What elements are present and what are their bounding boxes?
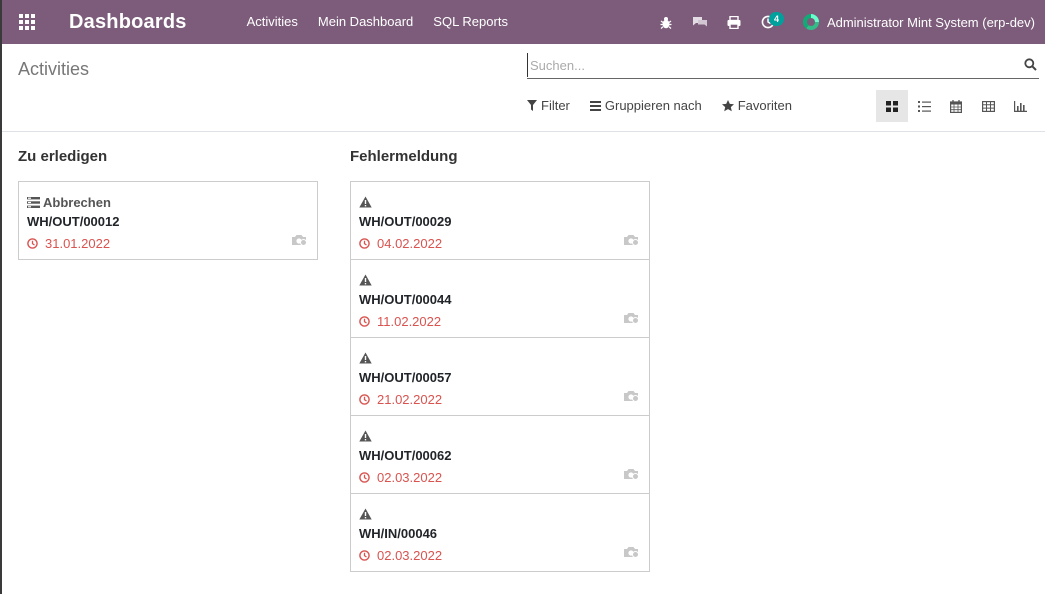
card-deadline: 11.02.2022	[359, 312, 641, 330]
app-title[interactable]: Dashboards	[69, 11, 187, 34]
camera-icon[interactable]	[623, 390, 639, 405]
clock-icon	[359, 471, 370, 483]
pivot-view-button[interactable]	[972, 90, 1004, 122]
clock-icon	[27, 237, 38, 249]
card-date: 31.01.2022	[45, 235, 111, 251]
bars-icon	[589, 100, 601, 111]
card-reference: WH/OUT/00062	[359, 448, 452, 463]
list-icon	[917, 100, 931, 112]
apps-menu-button[interactable]	[2, 0, 52, 44]
column-title[interactable]: Zu erledigen	[18, 148, 318, 166]
activity-clock-icon[interactable]: 4	[751, 0, 785, 44]
graph-view-button[interactable]	[1004, 90, 1036, 122]
calendar-icon	[950, 99, 962, 113]
card-reference: WH/OUT/00012	[27, 214, 120, 229]
control-panel: Activities Filter Gruppieren nach Favori…	[2, 44, 1045, 132]
chat-icon[interactable]	[683, 0, 717, 44]
list-icon	[27, 196, 40, 208]
card-date: 02.03.2022	[377, 547, 443, 563]
warning-icon	[359, 508, 372, 520]
camera-icon[interactable]	[291, 234, 307, 249]
calendar-view-button[interactable]	[940, 90, 972, 122]
clock-icon	[359, 393, 370, 405]
star-icon	[721, 99, 734, 111]
kanban-board: Zu erledigen Abbrechen WH/OUT/00012 31.0…	[2, 133, 1045, 594]
kanban-card[interactable]: WH/OUT/00062 02.03.2022	[350, 415, 650, 494]
card-tag	[359, 349, 641, 367]
clock-icon	[359, 315, 370, 327]
bar-chart-icon	[1013, 100, 1027, 112]
kanban-column-fehlermeldung: Fehlermeldung WH/OUT/00029 04.02.2022 WH…	[350, 133, 650, 572]
main-menu: Activities Mein Dashboard SQL Reports	[237, 0, 518, 44]
user-menu[interactable]: Administrator Mint System (erp-dev)	[802, 14, 1035, 30]
kanban-card[interactable]: WH/OUT/00044 11.02.2022	[350, 259, 650, 338]
kanban-card[interactable]: WH/OUT/00057 21.02.2022	[350, 337, 650, 416]
avatar	[802, 14, 819, 30]
filter-icon	[527, 100, 537, 111]
menu-item-sql-reports[interactable]: SQL Reports	[423, 0, 518, 44]
kanban-card[interactable]: WH/OUT/00029 04.02.2022	[350, 181, 650, 260]
card-reference: WH/OUT/00044	[359, 292, 452, 307]
warning-icon	[359, 352, 372, 364]
card-tag: Abbrechen	[27, 193, 309, 211]
kanban-column-zu-erledigen: Zu erledigen Abbrechen WH/OUT/00012 31.0…	[18, 133, 318, 260]
search-icon[interactable]	[1024, 58, 1037, 74]
kanban-card[interactable]: Abbrechen WH/OUT/00012 31.01.2022	[18, 181, 318, 260]
warning-icon	[359, 430, 372, 442]
menu-item-activities[interactable]: Activities	[237, 0, 308, 44]
kanban-icon	[886, 100, 898, 112]
clock-icon	[359, 549, 370, 561]
group-by-label: Gruppieren nach	[604, 98, 702, 113]
card-deadline: 02.03.2022	[359, 546, 641, 564]
breadcrumb: Activities	[18, 59, 90, 79]
favorites-label: Favoriten	[737, 98, 792, 113]
card-reference: WH/OUT/00029	[359, 214, 452, 229]
card-date: 04.02.2022	[377, 235, 443, 251]
card-reference: WH/IN/00046	[359, 526, 438, 541]
camera-icon[interactable]	[623, 312, 639, 327]
apps-grid-icon	[19, 14, 35, 30]
group-by-button[interactable]: Gruppieren nach	[589, 98, 702, 113]
search-input[interactable]	[527, 53, 1007, 77]
card-date: 21.02.2022	[377, 391, 443, 407]
filter-button[interactable]: Filter	[527, 98, 570, 113]
card-tag	[359, 505, 641, 523]
print-icon[interactable]	[717, 0, 751, 44]
kanban-view-button[interactable]	[876, 90, 908, 122]
user-name: Administrator Mint System (erp-dev)	[826, 14, 1035, 30]
card-deadline: 02.03.2022	[359, 468, 641, 486]
table-icon	[981, 100, 995, 112]
camera-icon[interactable]	[623, 546, 639, 561]
card-deadline: 04.02.2022	[359, 234, 641, 252]
view-switcher	[876, 90, 1036, 122]
debug-bug-icon[interactable]	[649, 0, 683, 44]
list-view-button[interactable]	[908, 90, 940, 122]
filter-label: Filter	[541, 98, 570, 113]
camera-icon[interactable]	[623, 468, 639, 483]
search-bar	[527, 53, 1039, 79]
warning-icon	[359, 196, 372, 208]
camera-icon[interactable]	[623, 234, 639, 249]
menu-item-mein-dashboard[interactable]: Mein Dashboard	[308, 0, 423, 44]
top-navbar: Dashboards Activities Mein Dashboard SQL…	[2, 0, 1045, 44]
kanban-card[interactable]: WH/IN/00046 02.03.2022	[350, 493, 650, 572]
card-date: 02.03.2022	[377, 469, 443, 485]
card-deadline: 21.02.2022	[359, 390, 641, 408]
warning-icon	[359, 274, 372, 286]
card-reference: WH/OUT/00057	[359, 370, 452, 385]
card-tag-label: Abbrechen	[43, 194, 111, 210]
search-options: Filter Gruppieren nach Favoriten	[527, 98, 812, 113]
system-tray: 4 Administrator Mint System (erp-dev)	[649, 0, 1045, 44]
card-tag	[359, 271, 641, 289]
card-date: 11.02.2022	[377, 313, 442, 329]
favorites-button[interactable]: Favoriten	[721, 98, 792, 113]
column-title[interactable]: Fehlermeldung	[350, 148, 650, 166]
card-tag	[359, 427, 641, 445]
card-tag	[359, 193, 641, 211]
card-deadline: 31.01.2022	[27, 234, 309, 252]
clock-icon	[359, 237, 370, 249]
activity-count-badge: 4	[768, 12, 784, 26]
